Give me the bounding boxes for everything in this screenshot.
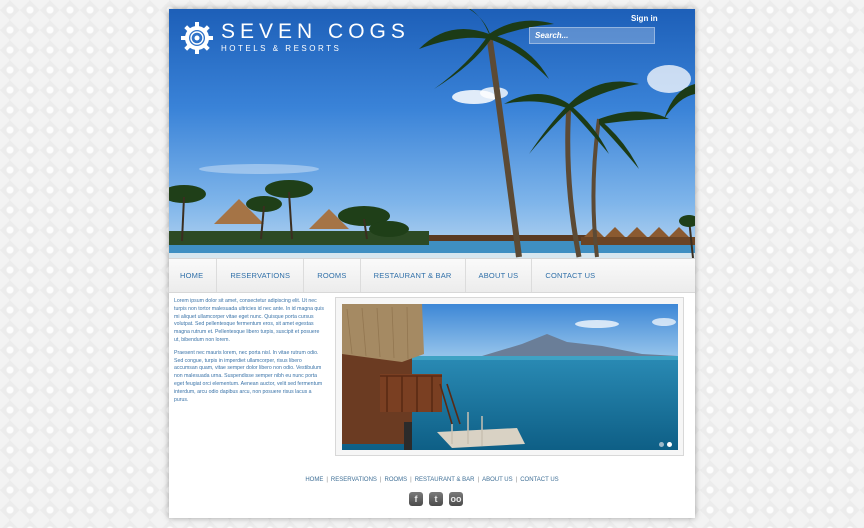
footer-link-about-us[interactable]: ABOUT US	[482, 477, 513, 483]
brand-name: SEVEN COGS	[221, 20, 410, 43]
social-links: f t oo	[169, 492, 695, 506]
signin-link[interactable]: Sign in	[631, 14, 658, 23]
intro-paragraph: Praesent nec mauris lorem, nec porta nis…	[174, 349, 323, 403]
facebook-icon[interactable]: f	[409, 492, 423, 506]
brand-tagline: HOTELS & RESORTS	[221, 44, 342, 53]
nav-item-home[interactable]: HOME	[169, 259, 218, 292]
cog-logo-icon	[181, 22, 213, 54]
twitter-icon[interactable]: t	[429, 492, 443, 506]
nav-item-about-us[interactable]: ABOUT US	[466, 259, 533, 292]
footer-link-restaurant-bar[interactable]: RESTAURANT & BAR	[415, 477, 475, 483]
nav-item-rooms[interactable]: ROOMS	[304, 259, 361, 292]
brand-logo[interactable]: SEVEN COGS HOTELS & RESORTS	[180, 21, 410, 55]
intro-paragraph: Lorem ipsum dolor sit amet, consectetur …	[174, 298, 324, 343]
nav-item-contact-us[interactable]: CONTACT US	[532, 259, 608, 292]
search-input[interactable]	[529, 27, 655, 44]
nav-item-restaurant-bar[interactable]: RESTAURANT & BAR	[361, 259, 466, 292]
footer-link-reservations[interactable]: RESERVATIONS	[331, 477, 377, 483]
footer-link-home[interactable]: HOME	[305, 477, 323, 483]
footer-link-contact-us[interactable]: CONTACT US	[520, 477, 558, 483]
slider-dot[interactable]	[659, 442, 664, 447]
image-slider	[335, 297, 684, 456]
tripadvisor-icon[interactable]: oo	[449, 492, 463, 506]
slider-dots	[659, 442, 672, 447]
nav-item-reservations[interactable]: RESERVATIONS	[217, 259, 305, 292]
slider-dot-active[interactable]	[667, 442, 672, 447]
intro-text: Lorem ipsum dolor sit amet, consectetur …	[174, 298, 325, 409]
hero-banner: SEVEN COGS HOTELS & RESORTS Sign in	[169, 9, 695, 258]
page-container: SEVEN COGS HOTELS & RESORTS Sign in HOME…	[169, 9, 695, 518]
footer-link-rooms[interactable]: ROOMS	[384, 477, 407, 483]
slide-image	[342, 304, 678, 450]
main-nav: HOME RESERVATIONS ROOMS RESTAURANT & BAR…	[169, 258, 695, 293]
footer-nav: HOME | RESERVATIONS | ROOMS | RESTAURANT & BAR…	[305, 477, 559, 483]
